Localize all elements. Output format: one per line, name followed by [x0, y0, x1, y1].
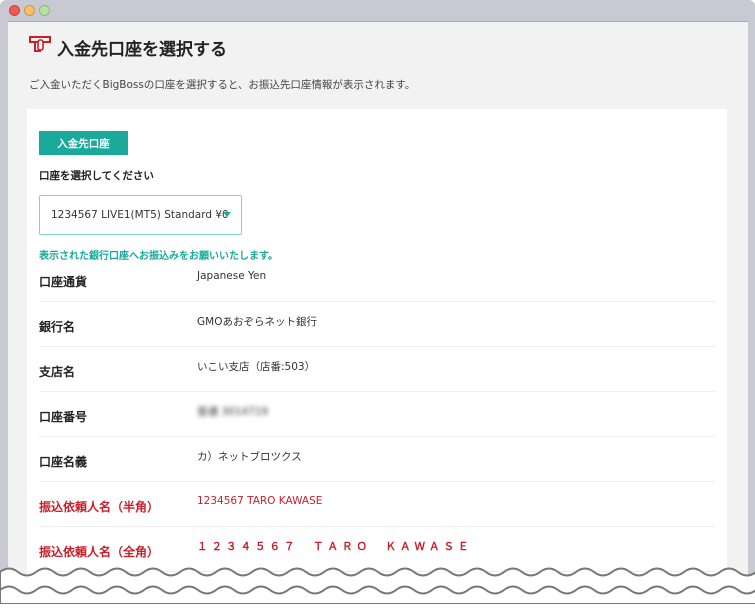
maximize-window-button[interactable] — [39, 5, 50, 16]
row-label: 振込依頼人名（半角） — [39, 499, 160, 514]
page-title: 入金先口座を選択する — [29, 35, 227, 60]
row-label: 口座番号 — [39, 409, 88, 424]
row-account-holder: 口座名義 カ）ネットブロツクス — [39, 437, 715, 482]
row-bank-name: 銀行名 GMOあおぞらネット銀行 — [39, 302, 715, 347]
row-label: 口座通貨 — [39, 274, 88, 289]
row-label: 支店名 — [39, 364, 76, 379]
select-account-label: 口座を選択してください — [39, 170, 154, 182]
page-title-text: 入金先口座を選択する — [57, 40, 227, 60]
row-currency: 口座通貨 Japanese Yen — [39, 257, 715, 302]
row-value-blurred: 普通 3014719 — [197, 405, 269, 418]
deposit-account-tab[interactable]: 入金先口座 — [39, 131, 128, 155]
row-value: GMOあおぞらネット銀行 — [197, 315, 317, 328]
row-branch: 支店名 いこい支店（店番:503） — [39, 347, 715, 392]
row-label: 振込依頼人名（全角） — [39, 544, 160, 559]
row-value: カ）ネットブロツクス — [197, 450, 302, 463]
account-select[interactable]: 1234567 LIVE1(MT5) Standard ¥0 — [39, 195, 242, 235]
row-sender-halfwidth: 振込依頼人名（半角） 1234567 TARO KAWASE — [39, 482, 715, 527]
close-window-button[interactable] — [9, 5, 20, 16]
row-value: Japanese Yen — [197, 270, 267, 282]
account-select-value: 1234567 LIVE1(MT5) Standard ¥0 — [51, 209, 229, 221]
deposit-account-card: 入金先口座 口座を選択してください 1234567 LIVE1(MT5) Sta… — [27, 109, 727, 609]
page-content: 入金先口座を選択する ご入金いただくBigBossの口座を選択すると、お振込先口… — [8, 21, 748, 609]
row-value: １２３４５６７ ＴＡＲＯ ＫＡＷＡＳＥ — [197, 540, 473, 553]
row-value: 1234567 TARO KAWASE — [197, 495, 323, 507]
atm-card-icon — [29, 35, 51, 60]
row-value: いこい支店（店番:503） — [197, 360, 316, 373]
row-label: 口座名義 — [39, 454, 88, 469]
torn-edge-decoration — [0, 567, 755, 604]
row-label: 銀行名 — [39, 319, 76, 334]
page-description: ご入金いただくBigBossの口座を選択すると、お振込先口座情報が表示されます。 — [29, 79, 416, 91]
minimize-window-button[interactable] — [24, 5, 35, 16]
row-account-number: 口座番号 普通 3014719 — [39, 392, 715, 437]
chevron-down-icon — [223, 212, 231, 217]
browser-window: 入金先口座を選択する ご入金いただくBigBossの口座を選択すると、お振込先口… — [0, 0, 755, 609]
